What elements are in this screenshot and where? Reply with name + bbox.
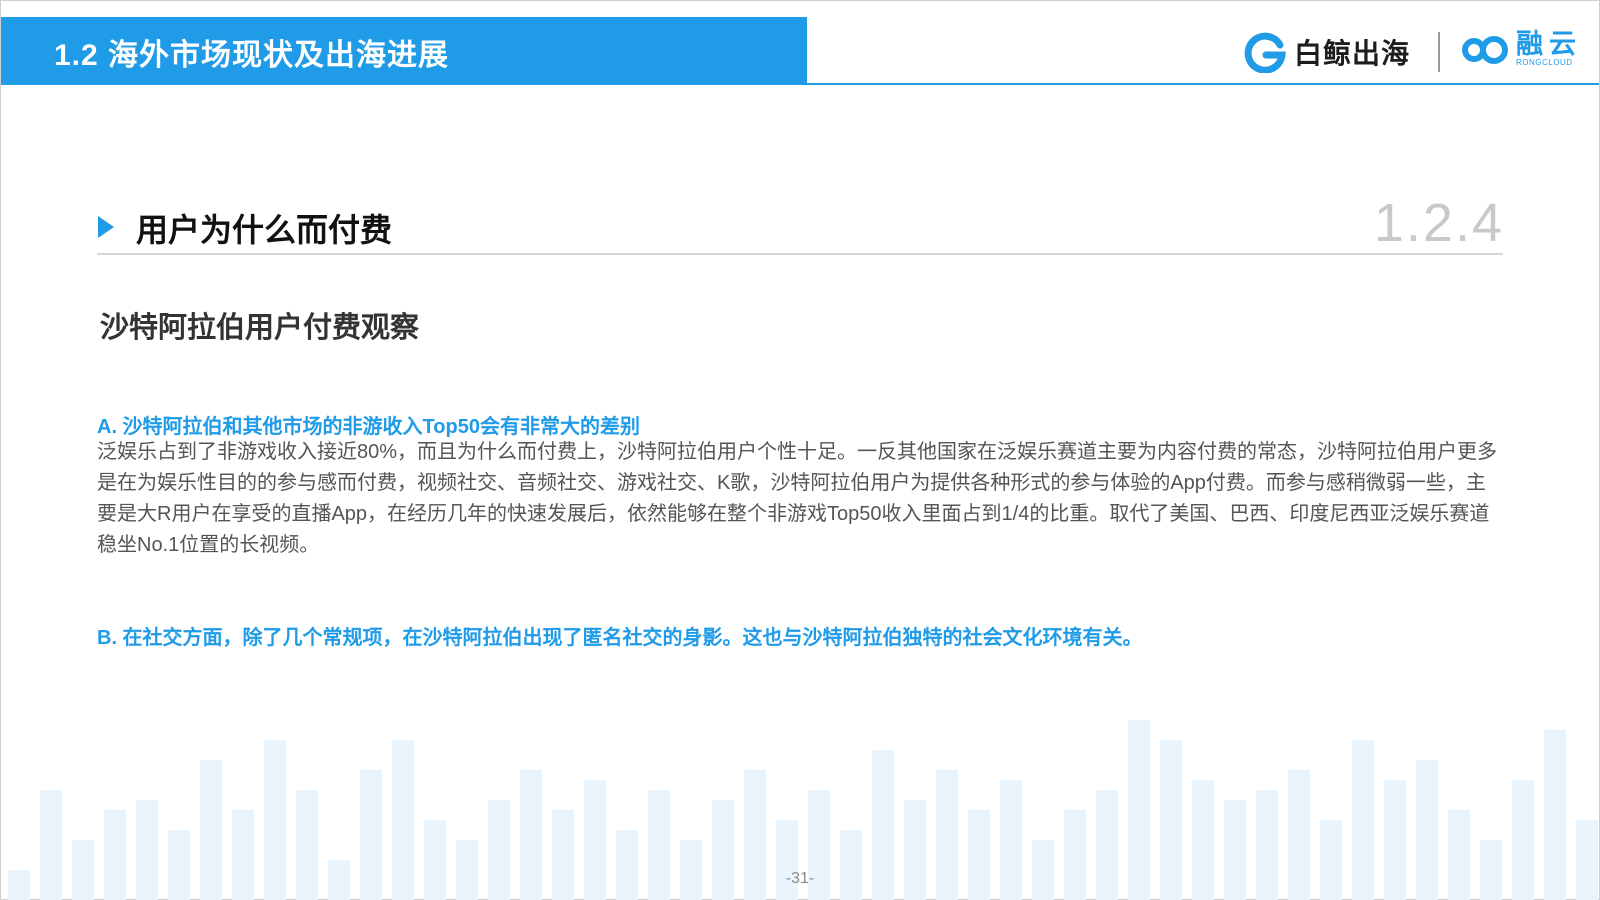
- rongcloud-infinity-logo-icon: [1462, 36, 1508, 64]
- whale-g-logo-icon: [1244, 32, 1286, 73]
- header-title: 1.2 海外市场现状及出海进展: [54, 39, 450, 72]
- page-number: -31-: [785, 870, 815, 887]
- decor-bar: [424, 820, 446, 900]
- content-subtitle: 沙特阿拉伯用户付费观察: [100, 312, 420, 344]
- header-underline: [807, 83, 1599, 85]
- point-a-body: 泛娱乐占到了非游戏收入接近80%，而且为什么而付费上，沙特阿拉伯用户个性十足。一…: [97, 441, 1498, 556]
- logo-divider: [1438, 32, 1440, 72]
- section-title: 用户为什么而付费: [136, 212, 393, 248]
- decor-bar: [616, 830, 638, 900]
- decor-bar: [168, 830, 190, 900]
- brand-a-name: 白鲸出海: [1294, 38, 1411, 69]
- brand-a-logo: 白鲸出海: [1244, 28, 1410, 76]
- decor-bar: [840, 830, 862, 900]
- brand-b-name: 融云: [1516, 29, 1582, 59]
- brand-b-text: 融云 RONGCLOUD: [1516, 30, 1582, 68]
- brand-b-english: RONGCLOUD: [1516, 58, 1573, 67]
- point-b: B. 在社交方面，除了几个常规项，在沙特阿拉伯出现了匿名社交的身影。这也与沙特阿…: [97, 627, 1143, 649]
- section-number: 1.2.4: [1373, 193, 1504, 253]
- decor-bar: [776, 820, 798, 900]
- section-divider: [97, 253, 1503, 255]
- decor-bar: [1320, 820, 1342, 900]
- brand-b-logo: 融云 RONGCLOUD: [1460, 30, 1582, 68]
- decor-bar: [1576, 820, 1598, 900]
- point-a-title: A. 沙特阿拉伯和其他市场的非游收入Top50会有非常大的差别: [97, 416, 640, 438]
- triangle-right-icon: [98, 216, 114, 238]
